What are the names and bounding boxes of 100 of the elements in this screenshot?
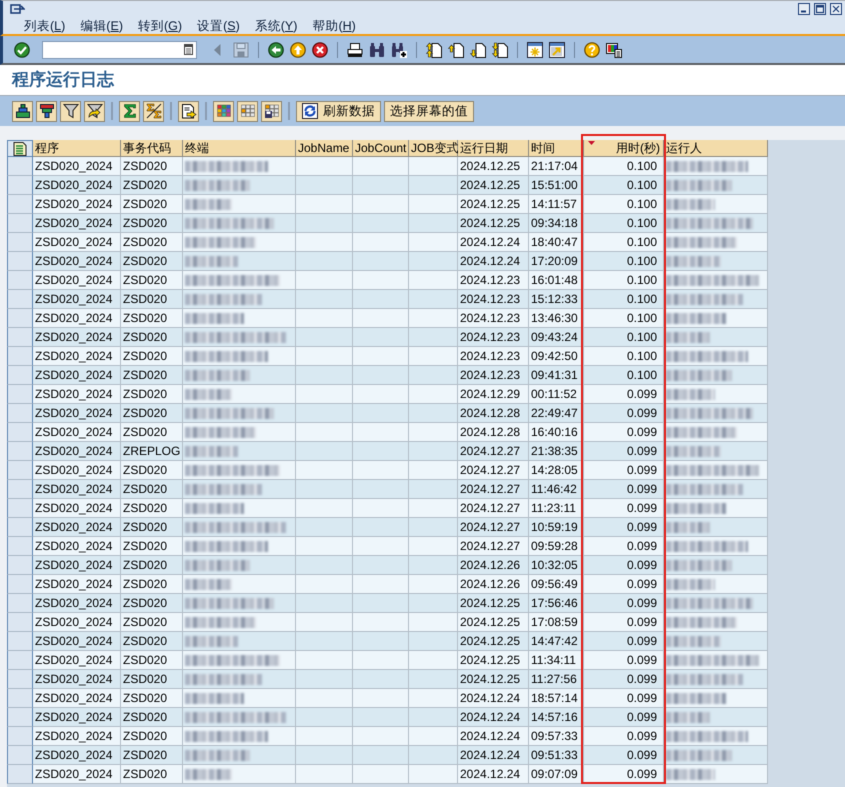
table-cell: [409, 499, 458, 518]
binoculars-icon[interactable]: [369, 42, 385, 58]
cancel-icon[interactable]: [312, 42, 328, 58]
row-selector[interactable]: [7, 613, 33, 632]
column-header[interactable]: 运行人: [664, 140, 768, 157]
row-selector[interactable]: [7, 651, 33, 670]
menu-item[interactable]: 系统(Y): [254, 18, 298, 34]
binoculars-plus-icon[interactable]: [391, 42, 407, 58]
column-header[interactable]: 运行日期: [458, 140, 529, 157]
row-selector[interactable]: [7, 765, 33, 784]
table-cell: [409, 195, 458, 214]
row-selector[interactable]: [7, 252, 33, 271]
row-selector[interactable]: [7, 347, 33, 366]
toolbar-button[interactable]: 选择屏幕的值: [384, 100, 474, 122]
maximize-icon[interactable]: [814, 3, 826, 15]
table-cell: ZSD020: [121, 765, 183, 784]
column-header[interactable]: 程序: [33, 140, 121, 157]
toolbar-button[interactable]: [12, 100, 33, 122]
row-selector[interactable]: [7, 727, 33, 746]
column-header[interactable]: JobName: [296, 140, 353, 157]
window-sparkle-icon[interactable]: [527, 42, 543, 58]
row-selector[interactable]: [7, 214, 33, 233]
row-selector[interactable]: [7, 404, 33, 423]
table-cell: [409, 385, 458, 404]
row-selector[interactable]: [7, 632, 33, 651]
row-selector[interactable]: [7, 290, 33, 309]
blurred-text: [666, 522, 710, 532]
toolbar-button[interactable]: [143, 100, 164, 122]
row-selector[interactable]: [7, 670, 33, 689]
column-header[interactable]: 事务代码: [121, 140, 183, 157]
menu-item[interactable]: 列表(L): [24, 18, 66, 34]
page-up-icon[interactable]: [448, 42, 464, 58]
menu-item[interactable]: 帮助(H): [312, 18, 356, 34]
row-selector[interactable]: [7, 328, 33, 347]
window-menu-icon[interactable]: [10, 4, 25, 14]
check-icon[interactable]: [14, 42, 30, 58]
notepad-icon[interactable]: [184, 44, 193, 55]
row-selector[interactable]: [7, 461, 33, 480]
toolbar-button[interactable]: [178, 100, 199, 122]
row-selector[interactable]: [7, 195, 33, 214]
document-list-icon[interactable]: [13, 142, 27, 156]
page-double-down-icon[interactable]: [492, 42, 508, 58]
row-selector[interactable]: [7, 233, 33, 252]
table-cell: [409, 461, 458, 480]
row-selector[interactable]: [7, 518, 33, 537]
column-header[interactable]: 时间: [529, 140, 584, 157]
close-icon[interactable]: [830, 3, 842, 15]
column-header[interactable]: 终端: [183, 140, 296, 157]
table-cell: 2024.12.24: [458, 746, 529, 765]
table-cell: [353, 461, 409, 480]
toolbar-button[interactable]: [60, 100, 81, 122]
row-selector[interactable]: [7, 271, 33, 290]
column-header[interactable]: 用时(秒): [584, 140, 664, 157]
row-selector[interactable]: [7, 423, 33, 442]
table-cell: [353, 176, 409, 195]
column-header[interactable]: JobCount: [353, 140, 409, 157]
row-selector[interactable]: [7, 575, 33, 594]
blurred-text: [185, 370, 250, 380]
monitor-icon[interactable]: [606, 42, 622, 58]
command-field[interactable]: [42, 40, 197, 58]
menu-item[interactable]: 转到(G): [138, 18, 182, 34]
table-cell: 0.100: [584, 347, 664, 366]
table-cell: 21:17:04: [529, 157, 584, 176]
row-selector[interactable]: [7, 442, 33, 461]
row-selector[interactable]: [7, 537, 33, 556]
column-header[interactable]: JOB变式: [409, 140, 458, 157]
table-cell: [409, 575, 458, 594]
table-cell: ZSD020: [121, 309, 183, 328]
table-cell: ZSD020: [121, 347, 183, 366]
menu-item[interactable]: 编辑(E): [80, 18, 123, 34]
table-cell: ZSD020: [121, 708, 183, 727]
row-selector[interactable]: [7, 708, 33, 727]
row-selector[interactable]: [7, 689, 33, 708]
row-selector[interactable]: [7, 556, 33, 575]
table-cell: 0.099: [584, 423, 664, 442]
blurred-text: [666, 256, 721, 266]
toolbar-button[interactable]: [84, 100, 105, 122]
toolbar-button[interactable]: [261, 100, 282, 122]
page-down-icon[interactable]: [470, 42, 486, 58]
printer-icon[interactable]: [347, 42, 363, 58]
row-selector[interactable]: [7, 385, 33, 404]
toolbar-button[interactable]: [119, 100, 140, 122]
table-cell: [409, 480, 458, 499]
row-selector[interactable]: [7, 366, 33, 385]
row-selector[interactable]: [7, 594, 33, 613]
row-selector[interactable]: [7, 746, 33, 765]
page-double-up-icon[interactable]: [426, 42, 442, 58]
menu-item[interactable]: 设置(S): [197, 18, 240, 34]
row-selector[interactable]: [7, 499, 33, 518]
row-selector[interactable]: [7, 176, 33, 195]
minimize-icon[interactable]: [798, 3, 810, 15]
inverted-pyramid-icon: [38, 103, 54, 119]
table-cell: [353, 556, 409, 575]
row-selector[interactable]: [7, 309, 33, 328]
column-settings-button[interactable]: [7, 140, 33, 157]
help-icon[interactable]: [584, 42, 600, 58]
table-cell: 11:23:11: [529, 499, 584, 518]
row-selector[interactable]: [7, 480, 33, 499]
toolbar-button[interactable]: 刷新数据: [296, 100, 381, 122]
toolbar-button[interactable]: [36, 100, 57, 122]
